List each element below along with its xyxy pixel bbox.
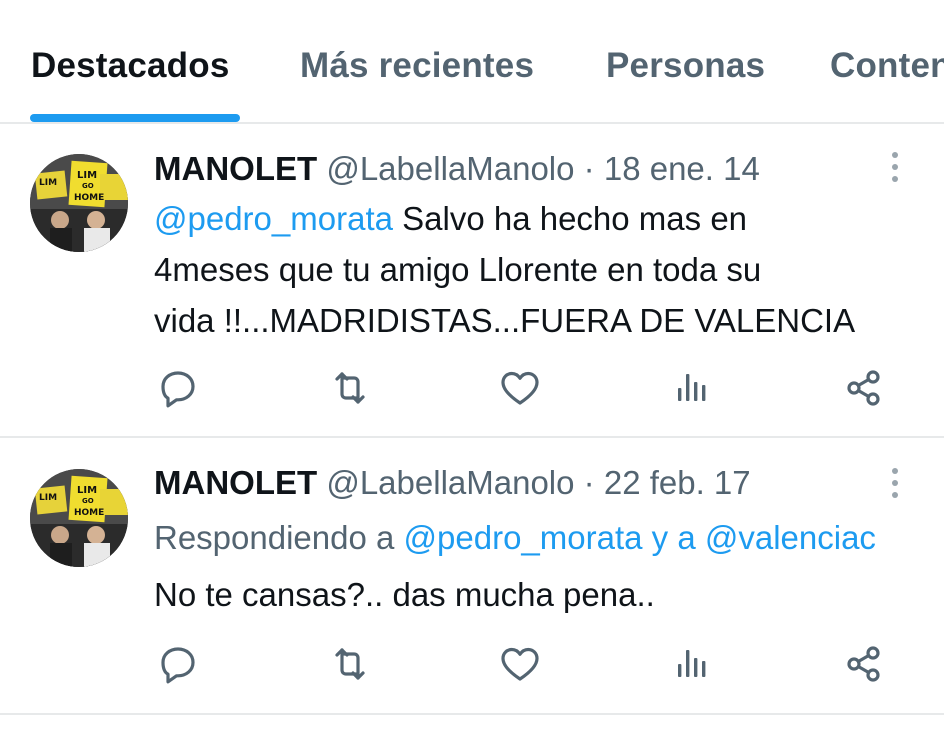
mention-link[interactable]: @valenciac [705, 519, 876, 556]
sign-text: LIM [77, 485, 97, 496]
reply-icon[interactable] [156, 642, 200, 686]
tweet-text: No te cansas?.. das mucha pena.. [154, 569, 944, 620]
active-tab-indicator [30, 114, 240, 122]
retweet-icon[interactable] [328, 366, 372, 410]
tweet-line-text: Salvo ha hecho mas en [392, 200, 748, 237]
sign-text: LIM [39, 493, 57, 503]
tab-contenido[interactable]: Conten [830, 46, 944, 86]
tweet-line: No te cansas?.. das mucha pena.. [154, 576, 655, 613]
tweet-header: MANOLET @LabellaManolo · 18 ene. 14 [154, 150, 760, 188]
meta-separator: · [583, 464, 595, 501]
share-icon[interactable] [842, 366, 886, 410]
like-icon[interactable] [498, 366, 542, 410]
tab-personas[interactable]: Personas [606, 46, 765, 86]
tab-mas-recientes[interactable]: Más recientes [300, 46, 534, 86]
replying-to: Respondiendo a @pedro_morata y a @valenc… [154, 512, 944, 563]
more-options-icon[interactable] [883, 466, 907, 506]
views-icon[interactable] [670, 642, 714, 686]
sign-text: HOME [74, 193, 104, 203]
more-options-icon[interactable] [883, 150, 907, 190]
avatar-image: LIM LIM GO HOME [30, 154, 128, 252]
tweet-text: @pedro_morata Salvo ha hecho mas en 4mes… [154, 193, 944, 346]
reply-icon[interactable] [156, 366, 200, 410]
meta-separator: · [583, 150, 595, 187]
mention-link[interactable]: @pedro_morata [404, 519, 643, 556]
author-handle[interactable]: @LabellaManolo [326, 150, 574, 187]
retweet-icon[interactable] [328, 642, 372, 686]
author-handle[interactable]: @LabellaManolo [326, 464, 574, 501]
tweet-date[interactable]: 22 feb. 17 [604, 464, 751, 501]
mention-link[interactable]: @pedro_morata [154, 200, 393, 237]
tweet-actions [0, 366, 944, 416]
search-tabs: Destacados Más recientes Personas Conten [0, 0, 944, 124]
like-icon[interactable] [498, 642, 542, 686]
author-name[interactable]: MANOLET [154, 150, 317, 187]
author-name[interactable]: MANOLET [154, 464, 317, 501]
avatar-image: LIM LIM GO HOME [30, 469, 128, 567]
tab-destacados[interactable]: Destacados [31, 46, 229, 86]
tweet[interactable]: LIM LIM GO HOME MANOLET @LabellaManolo ·… [0, 438, 944, 713]
tweet[interactable]: LIM LIM GO HOME MANOLET @LabellaManolo ·… [0, 124, 944, 436]
replying-label: Respondiendo a [154, 519, 404, 556]
avatar[interactable]: LIM LIM GO HOME [30, 469, 128, 567]
share-icon[interactable] [842, 642, 886, 686]
tweet-divider [0, 713, 944, 715]
avatar[interactable]: LIM LIM GO HOME [30, 154, 128, 252]
sign-text: GO [82, 497, 94, 505]
tweet-line: 4meses que tu amigo Llorente en toda su [154, 251, 762, 288]
tweet-line: vida !!...MADRIDISTAS...FUERA DE VALENCI… [154, 302, 856, 339]
sign-text: LIM [39, 178, 57, 188]
views-icon[interactable] [670, 366, 714, 410]
replying-join: y a [642, 519, 705, 556]
sign-text: LIM [77, 170, 97, 181]
tweet-header: MANOLET @LabellaManolo · 22 feb. 17 [154, 464, 751, 502]
sign-text: GO [82, 182, 94, 190]
tweet-actions [0, 642, 944, 692]
tweet-date[interactable]: 18 ene. 14 [604, 150, 760, 187]
sign-text: HOME [74, 508, 104, 518]
tweet-line: @pedro_morata Salvo ha hecho mas en [154, 193, 944, 244]
